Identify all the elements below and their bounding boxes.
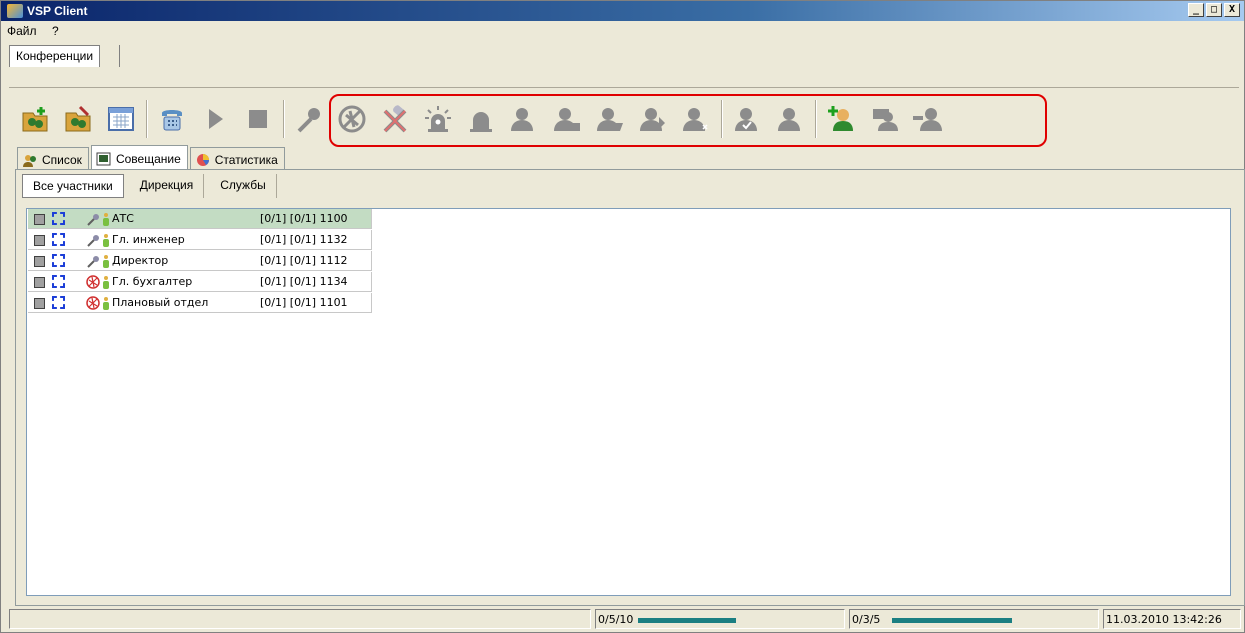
participant-name: Директор (112, 254, 169, 267)
tab-separator (119, 45, 120, 67)
edit-conference-icon[interactable] (58, 99, 98, 139)
frame-icon (52, 212, 65, 225)
menu-file[interactable]: Файл (1, 22, 43, 40)
tab-statistics[interactable]: Статистика (189, 147, 285, 169)
participant-row[interactable]: АТС [0/1] [0/1] 1100 (28, 209, 372, 229)
participant-row[interactable]: Гл. бухгалтер [0/1] [0/1] 1134 (28, 272, 372, 292)
window-title: VSP Client (27, 4, 88, 18)
stop-icon[interactable] (238, 99, 278, 139)
title-bar[interactable]: VSP Client _ □ X (1, 1, 1244, 21)
close-button[interactable]: X (1224, 3, 1240, 17)
frame-icon (52, 275, 65, 288)
status-datetime: 11.03.2010 13:42:26 (1103, 609, 1241, 629)
frame-icon (52, 233, 65, 246)
tab-services[interactable]: Службы (210, 174, 277, 198)
participant-name: Гл. инженер (112, 233, 185, 246)
minimize-button[interactable]: _ (1188, 3, 1204, 17)
participant-row[interactable]: Гл. инженер [0/1] [0/1] 1132 (28, 230, 372, 250)
person-icon (102, 275, 110, 289)
toolbar-separator (146, 100, 148, 138)
person-icon (102, 296, 110, 310)
blocked-microphone-icon (86, 296, 100, 310)
participant-info: [0/1] [0/1] 1132 (260, 233, 348, 246)
tab-meeting[interactable]: Совещание (90, 145, 188, 169)
row-checkbox[interactable] (34, 214, 45, 225)
microphone-icon (86, 254, 100, 268)
tab-directorate[interactable]: Дирекция (130, 174, 205, 198)
app-window: VSP Client _ □ X Файл ? Конференции Спис… (0, 0, 1245, 633)
meeting-icon (96, 152, 112, 166)
users-icon (22, 153, 38, 167)
maximize-button[interactable]: □ (1206, 3, 1222, 17)
tab-conferences[interactable]: Конференции (9, 45, 101, 67)
counter1-progress (638, 618, 736, 623)
toolbar-highlight (329, 94, 1047, 147)
tab-all-participants[interactable]: Все участники (22, 174, 124, 198)
counter1-text: 0/5/10 (598, 613, 634, 626)
app-icon (7, 4, 23, 18)
frame-icon (52, 254, 65, 267)
calendar-icon[interactable] (101, 99, 141, 139)
row-checkbox[interactable] (34, 256, 45, 267)
person-icon (102, 212, 110, 226)
group-tabs: Все участники Дирекция Службы (22, 174, 283, 200)
participant-list: АТС [0/1] [0/1] 1100 Гл. инженер [0/1] [… (26, 208, 1231, 596)
status-bar: 0/5/10 0/3/5 11.03.2010 13:42:26 (9, 609, 1245, 631)
menu-help[interactable]: ? (46, 22, 65, 40)
status-panel-main (9, 609, 591, 629)
row-checkbox[interactable] (34, 235, 45, 246)
frame-icon (52, 296, 65, 309)
row-checkbox[interactable] (34, 298, 45, 309)
counter2-text: 0/3/5 (852, 613, 881, 626)
counter2-progress (892, 618, 1012, 623)
person-icon (102, 254, 110, 268)
participant-info: [0/1] [0/1] 1112 (260, 254, 348, 267)
participant-info: [0/1] [0/1] 1100 (260, 212, 348, 225)
microphone-icon (86, 212, 100, 226)
divider (9, 87, 1239, 88)
tab-list[interactable]: Список (17, 147, 89, 169)
phone-icon[interactable] (152, 99, 192, 139)
participant-row[interactable]: Директор [0/1] [0/1] 1112 (28, 251, 372, 271)
play-icon[interactable] (195, 99, 235, 139)
participant-name: Гл. бухгалтер (112, 275, 193, 288)
tab-statistics-label: Статистика (214, 153, 278, 167)
view-tabs: Список Совещание Статистика (17, 145, 287, 169)
blocked-microphone-icon (86, 275, 100, 289)
participant-info: [0/1] [0/1] 1134 (260, 275, 348, 288)
menu-bar: Файл ? (1, 22, 1244, 42)
status-panel-counter2: 0/3/5 (849, 609, 1099, 629)
participant-info: [0/1] [0/1] 1101 (260, 296, 348, 309)
person-icon (102, 233, 110, 247)
mute-icon[interactable] (289, 99, 329, 139)
tab-list-label: Список (42, 153, 82, 167)
toolbar-separator (283, 100, 285, 138)
microphone-icon (86, 233, 100, 247)
meeting-pane: Все участники Дирекция Службы АТС [0/1] … (15, 169, 1245, 606)
row-checkbox[interactable] (34, 277, 45, 288)
participant-row[interactable]: Плановый отдел [0/1] [0/1] 1101 (28, 293, 372, 313)
add-conference-icon[interactable] (15, 99, 55, 139)
pie-chart-icon (195, 153, 211, 167)
participant-name: Плановый отдел (112, 296, 209, 309)
tab-meeting-label: Совещание (115, 152, 181, 166)
status-panel-counter1: 0/5/10 (595, 609, 845, 629)
participant-name: АТС (112, 212, 134, 225)
